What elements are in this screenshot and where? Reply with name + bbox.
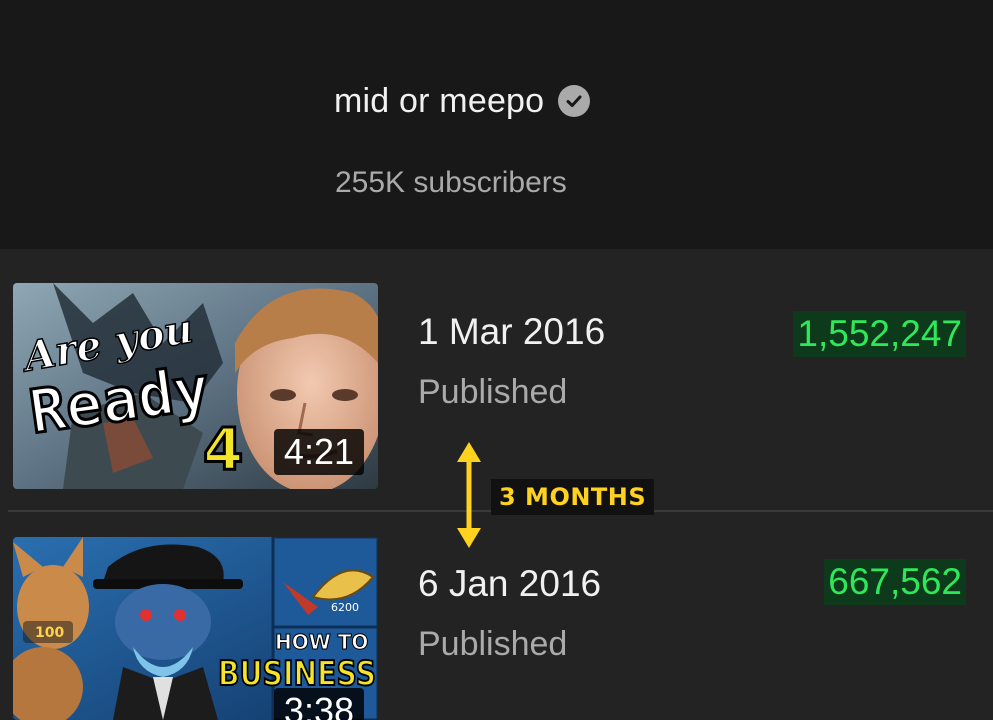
video-publish-date: 1 Mar 2016: [418, 311, 606, 352]
video-duration: 4:21: [273, 429, 364, 475]
double-arrow-icon: [452, 440, 486, 555]
svg-text:4: 4: [203, 415, 243, 483]
video-publish-date: 6 Jan 2016: [418, 563, 602, 604]
channel-header: mid or meepo 255K subscribers: [0, 0, 993, 249]
video-status: Published: [418, 625, 568, 663]
thumbnail-how-to-text: HOW TO: [275, 630, 368, 654]
channel-title-row: mid or meepo: [334, 80, 591, 122]
gold-value-6200: 6200: [331, 601, 359, 614]
verified-check-icon: [558, 85, 591, 117]
video-view-count: 667,562: [824, 559, 966, 605]
time-gap-label: 3 MONTHS: [491, 479, 655, 515]
video-row[interactable]: Are you Ready 4 4:21 1 Mar 2016 Publishe…: [0, 249, 993, 511]
video-thumbnail[interactable]: Are you Ready 4 4:21: [13, 283, 378, 489]
gold-value-100: 100: [35, 625, 64, 641]
video-thumbnail[interactable]: 6200 100 HOW TO BUSINESS 3:38: [13, 537, 378, 720]
channel-name[interactable]: mid or meepo: [334, 82, 544, 121]
video-view-count: 1,552,247: [793, 311, 966, 357]
video-status: Published: [418, 373, 568, 411]
video-row[interactable]: 6200 100 HOW TO BUSINESS 3:38 6 Jan 2016…: [0, 513, 993, 720]
video-duration: 3:38: [273, 688, 364, 720]
subscriber-count: 255K subscribers: [335, 166, 567, 199]
